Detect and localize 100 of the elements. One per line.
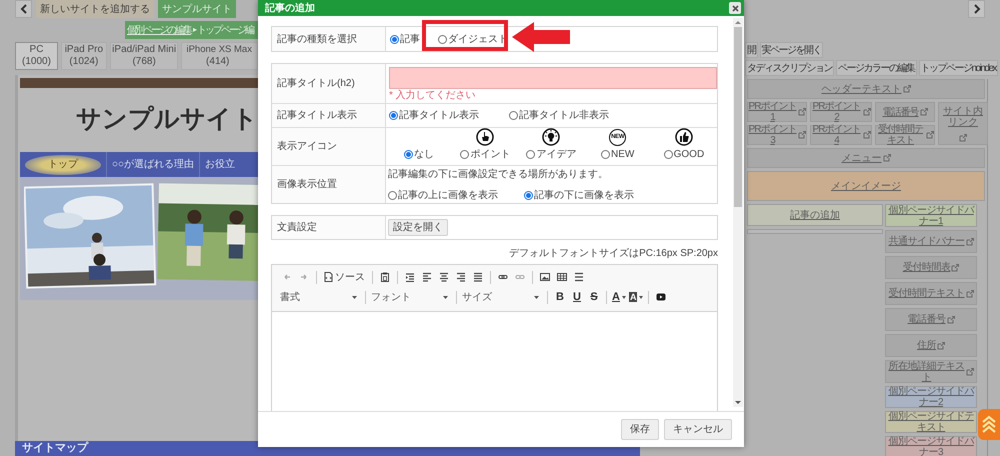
radio-option[interactable]: 記事の上に画像を表示: [388, 188, 498, 202]
block-link[interactable]: 住所: [917, 340, 936, 351]
layout-block[interactable]: ヘッダーテキスト: [747, 79, 985, 99]
scroll-up-icon: [735, 20, 741, 25]
page-action-button[interactable]: ページカラーの編集: [836, 60, 916, 76]
radio-button[interactable]: [526, 150, 536, 159]
layout-block[interactable]: 受付時間テキスト: [875, 125, 935, 145]
block-link[interactable]: PRポイント1: [748, 101, 797, 123]
layout-block[interactable]: 共通サイドバナー: [885, 230, 977, 253]
layout-block[interactable]: PRポイント3: [747, 125, 807, 145]
field-label: 記事タイトル(h2): [277, 76, 355, 91]
block-link[interactable]: 受付時間テキスト: [876, 124, 925, 146]
layout-block[interactable]: 所在地詳細テキスト: [885, 360, 977, 383]
block-link[interactable]: サイト内リンク: [942, 106, 984, 128]
radio-button[interactable]: [509, 111, 518, 120]
radio-button[interactable]: [460, 150, 470, 159]
document-icon: [324, 272, 333, 282]
block-link[interactable]: 共通サイドバナー: [888, 236, 964, 247]
radio-option[interactable]: 記事: [390, 32, 420, 46]
layout-block[interactable]: 電話番号: [875, 102, 935, 122]
device-tab[interactable]: iPad Pro (1024): [60, 42, 107, 70]
site-nav-item[interactable]: トップ: [25, 154, 101, 174]
block-link[interactable]: PRポイント4: [811, 124, 862, 146]
radio-option[interactable]: GOOD: [664, 147, 704, 162]
radio-option[interactable]: 記事タイトル表示: [389, 108, 479, 123]
dialog-button[interactable]: 保存: [621, 419, 659, 440]
site-tab[interactable]: 新しいサイトを追加する: [36, 0, 154, 18]
scroll-thumb[interactable]: [734, 27, 742, 207]
block-link[interactable]: ヘッダーテキスト: [822, 84, 902, 94]
block-link[interactable]: 受付時間テキスト: [888, 288, 964, 299]
site-tab[interactable]: サンプルサイト: [158, 0, 236, 18]
radio-option[interactable]: なし: [404, 147, 434, 162]
text-color-button[interactable]: A: [612, 289, 626, 305]
page-action-button[interactable]: タディスクリプション: [745, 60, 834, 76]
breadcrumb-current: トップページ編: [197, 24, 253, 38]
radio-button[interactable]: [601, 150, 610, 159]
back-button[interactable]: [15, 0, 32, 18]
block-link[interactable]: PRポイント2: [811, 101, 862, 123]
radio-option[interactable]: 記事タイトル非表示: [509, 108, 609, 123]
layout-block[interactable]: サイト内リンク: [938, 102, 988, 145]
radio-button[interactable]: [388, 190, 397, 200]
device-tab[interactable]: iPad/iPad Mini (768): [110, 42, 178, 70]
breadcrumb-link[interactable]: 個別ページの編集: [127, 22, 191, 38]
block-link[interactable]: 所在地詳細テキスト: [888, 360, 965, 382]
block-link[interactable]: メニュー: [842, 152, 882, 164]
format-dropdown[interactable]: 書式: [280, 289, 360, 305]
source-button[interactable]: ソース: [322, 269, 367, 285]
block-link[interactable]: 電話番号: [882, 106, 918, 118]
layout-block[interactable]: 受付時間表: [885, 256, 977, 279]
block-link[interactable]: 電話番号: [908, 314, 946, 325]
radio-button[interactable]: [404, 150, 414, 159]
align-center-icon: [439, 272, 449, 282]
layout-block[interactable]: PRポイント2: [810, 102, 872, 122]
radio-button[interactable]: [390, 34, 399, 44]
dialog-title: 記事の追加: [265, 2, 315, 16]
video-icon: [656, 292, 666, 302]
radio-option[interactable]: NEW: [601, 147, 634, 162]
title-input[interactable]: [389, 67, 717, 89]
layout-block[interactable]: 記事の追加: [747, 204, 883, 226]
page-action-button[interactable]: 開: [745, 42, 758, 58]
device-tab[interactable]: iPhone XS Max (414): [181, 42, 258, 70]
text-style-button[interactable]: B: [553, 289, 567, 305]
radio-button[interactable]: [664, 150, 673, 159]
layout-block[interactable]: 電話番号: [885, 308, 977, 331]
text-style-button[interactable]: S: [587, 289, 601, 305]
dialog-button[interactable]: キャンセル: [664, 419, 732, 440]
radio-option[interactable]: 記事の下に画像を表示: [524, 188, 634, 202]
layout-block[interactable]: メインイメージ: [747, 171, 985, 201]
close-button[interactable]: [729, 2, 741, 14]
layout-block[interactable]: 住所: [885, 334, 977, 357]
page-action-button[interactable]: 実ページを開く: [760, 42, 823, 58]
block-link[interactable]: 記事の追加: [790, 210, 840, 220]
forward-button[interactable]: [968, 0, 985, 18]
radio-option[interactable]: アイデア: [526, 147, 576, 162]
redo-icon: [299, 272, 309, 282]
text-style-button[interactable]: U: [570, 289, 584, 305]
page-action-button[interactable]: トップページnoindex: [918, 60, 998, 76]
layout-block[interactable]: PRポイント1: [747, 102, 807, 122]
background-color-button[interactable]: A: [628, 289, 644, 305]
block-link[interactable]: メインイメージ: [831, 180, 901, 192]
field-label: 記事タイトル表示: [277, 108, 357, 123]
layout-block[interactable]: メニュー: [747, 148, 985, 168]
scroll-down-icon: [735, 400, 741, 405]
align-right-icon: [456, 272, 466, 282]
link-icon: [498, 272, 508, 282]
layout-block[interactable]: 受付時間テキスト: [885, 282, 977, 305]
scrollbar[interactable]: [733, 18, 743, 407]
radio-option[interactable]: ポイント: [460, 147, 510, 162]
site-title: サンプルサイト: [76, 104, 258, 136]
block-link[interactable]: PRポイント3: [748, 124, 797, 146]
block-link[interactable]: 受付時間表: [902, 262, 950, 273]
format-dropdown[interactable]: フォント: [371, 289, 451, 305]
layout-block[interactable]: PRポイント4: [810, 125, 872, 145]
device-tab[interactable]: PC (1000): [15, 42, 58, 70]
radio-button[interactable]: [438, 34, 447, 44]
radio-button[interactable]: [524, 190, 533, 200]
field-label: 表示アイコン: [277, 140, 337, 154]
open-settings-button[interactable]: 設定を開く: [388, 219, 448, 236]
radio-button[interactable]: [389, 111, 398, 120]
format-dropdown[interactable]: サイズ: [462, 289, 542, 305]
